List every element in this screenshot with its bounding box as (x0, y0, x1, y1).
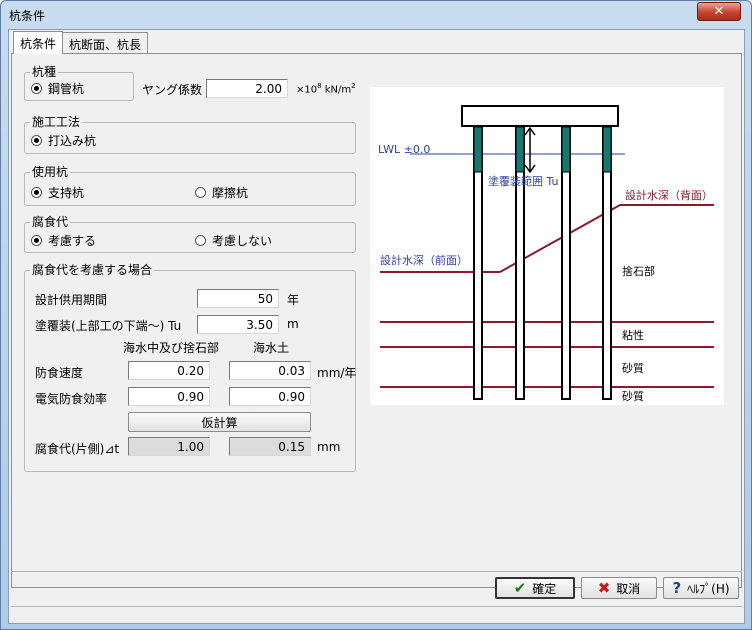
status-bar (11, 606, 742, 622)
radio-consider[interactable]: 考慮する (31, 232, 96, 249)
pile-type-label: 杭種 (30, 65, 59, 79)
layer-label-sand-1: 砂質 (622, 361, 644, 375)
rate-label: 防食速度 (35, 366, 84, 380)
efficiency-label: 電気防食効率 (35, 392, 108, 406)
rate-unit: mm/年 (317, 366, 357, 380)
youngs-unit-exp: 8 (317, 82, 322, 90)
corrosion-group: 腐食代 考慮する 考慮しない (24, 215, 356, 253)
layer-label-sand-2: 砂質 (622, 389, 644, 403)
radio-driven-pile[interactable]: 打込み杭 (31, 132, 96, 149)
dialog-window: 杭条件 ✕ 杭条件 杭断面、杭長 杭種 鋼管杭 ヤング係数 2.00 ×108 … (0, 0, 752, 630)
help-button[interactable]: ? ﾍﾙﾌﾟ(H) (663, 577, 739, 599)
corrosion-consider-group: 腐食代を考慮する場合 設計供用期間 50 年 塗覆装(上部工の下端～) Tu 3… (24, 263, 357, 472)
tab-pile-conditions[interactable]: 杭条件 (13, 31, 64, 54)
corrosion-consider-label: 腐食代を考慮する場合 (30, 263, 155, 277)
dialog-client: 杭条件 杭断面、杭長 杭種 鋼管杭 ヤング係数 2.00 ×108 kN/m2 … (8, 29, 745, 624)
layer-label-clay: 粘性 (622, 328, 644, 342)
lwl-label: LWL ±0.0 (378, 143, 430, 156)
allowance-seabed-value: 0.15 (229, 437, 311, 456)
radio-steel-pipe[interactable]: 鋼管杭 (31, 80, 84, 97)
youngs-modulus-input[interactable]: 2.00 (206, 79, 288, 98)
radio-not-consider[interactable]: 考慮しない (195, 232, 272, 249)
service-period-label: 設計供用期間 (35, 293, 108, 307)
rate-seawater-input[interactable]: 0.20 (128, 361, 210, 380)
back-depth-label: 設計水深（背面） (625, 188, 713, 202)
youngs-unit-suffix: kN/m (324, 84, 352, 96)
usage-label: 使用杭 (30, 165, 71, 179)
button-bar: ✔ 確定 ✖ 取消 ? ﾍﾙﾌﾟ(H) (11, 571, 742, 603)
piles (473, 126, 612, 400)
radio-friction-pile-label: 摩擦杭 (212, 186, 249, 200)
window-title: 杭条件 (9, 9, 46, 23)
radio-dot (31, 135, 42, 146)
ok-button-label: 確定 (532, 581, 557, 596)
youngs-unit-sq: 2 (351, 82, 356, 90)
cancel-button[interactable]: ✖ 取消 (581, 577, 657, 599)
youngs-unit: ×108 kN/m2 (296, 82, 356, 95)
coating-input[interactable]: 3.50 (197, 315, 279, 334)
radio-friction-pile[interactable]: 摩擦杭 (195, 184, 248, 201)
allowance-label: 腐食代(片側)⊿t (35, 442, 120, 456)
coating-label: 塗覆装(上部工の下端～) Tu (35, 319, 182, 333)
coating-4 (602, 126, 612, 173)
front-depth-label: 設計水深（前面） (380, 253, 468, 267)
youngs-label: ヤング係数 (142, 83, 203, 97)
usage-group: 使用杭 支持杭 摩擦杭 (24, 165, 356, 206)
radio-dot (31, 83, 42, 94)
efficiency-seabed-input[interactable]: 0.90 (229, 387, 311, 406)
check-icon: ✔ (513, 579, 527, 597)
radio-dot (195, 235, 206, 246)
column-seabed-soil: 海水土 (253, 341, 290, 355)
help-icon: ? (672, 579, 682, 597)
coating-1 (473, 126, 483, 173)
corrosion-label: 腐食代 (30, 215, 71, 229)
tab-pile-section-length[interactable]: 杭断面、杭長 (62, 32, 149, 53)
title-bar: 杭条件 ✕ (1, 1, 751, 29)
rate-seabed-input[interactable]: 0.03 (229, 361, 311, 380)
allowance-seawater-value: 1.00 (128, 437, 210, 456)
radio-dot (31, 187, 42, 198)
x-icon: ✖ (597, 579, 611, 597)
cancel-button-label: 取消 (616, 581, 641, 596)
service-period-input[interactable]: 50 (197, 289, 279, 308)
radio-not-consider-label: 考慮しない (212, 234, 273, 248)
tab-panel: 杭種 鋼管杭 ヤング係数 2.00 ×108 kN/m2 施工工法 打込み杭 使… (11, 53, 742, 588)
service-period-unit: 年 (287, 293, 300, 307)
method-group: 施工工法 打込み杭 (24, 115, 356, 154)
close-button[interactable]: ✕ (697, 2, 741, 21)
radio-dot (31, 235, 42, 246)
column-seawater-stone: 海水中及び捨石部 (123, 341, 220, 355)
pile-type-group: 杭種 鋼管杭 (24, 65, 134, 101)
pile-cap (461, 105, 619, 127)
radio-bearing-pile[interactable]: 支持杭 (31, 184, 84, 201)
coating-2 (515, 126, 525, 173)
radio-bearing-pile-label: 支持杭 (48, 186, 85, 200)
temp-calc-button[interactable]: 仮計算 (128, 412, 311, 432)
help-button-label: ﾍﾙﾌﾟ(H) (687, 581, 730, 596)
radio-dot (195, 187, 206, 198)
pile-diagram: LWL ±0.0 塗覆装範囲 Tu 設計水深（背面） 設計水深（前面） 捨石部 … (370, 87, 724, 405)
coating-3 (561, 126, 571, 173)
radio-steel-pipe-label: 鋼管杭 (48, 82, 85, 96)
allowance-unit: mm (317, 440, 341, 454)
layer-label-rubble: 捨石部 (622, 264, 655, 278)
coat-range-label: 塗覆装範囲 Tu (488, 174, 559, 188)
radio-driven-pile-label: 打込み杭 (48, 134, 97, 148)
coating-unit: m (287, 317, 299, 331)
ok-button[interactable]: ✔ 確定 (495, 577, 575, 599)
radio-consider-label: 考慮する (48, 234, 97, 248)
efficiency-seawater-input[interactable]: 0.90 (128, 387, 210, 406)
youngs-unit-prefix: ×10 (296, 84, 318, 96)
method-label: 施工工法 (30, 115, 83, 129)
